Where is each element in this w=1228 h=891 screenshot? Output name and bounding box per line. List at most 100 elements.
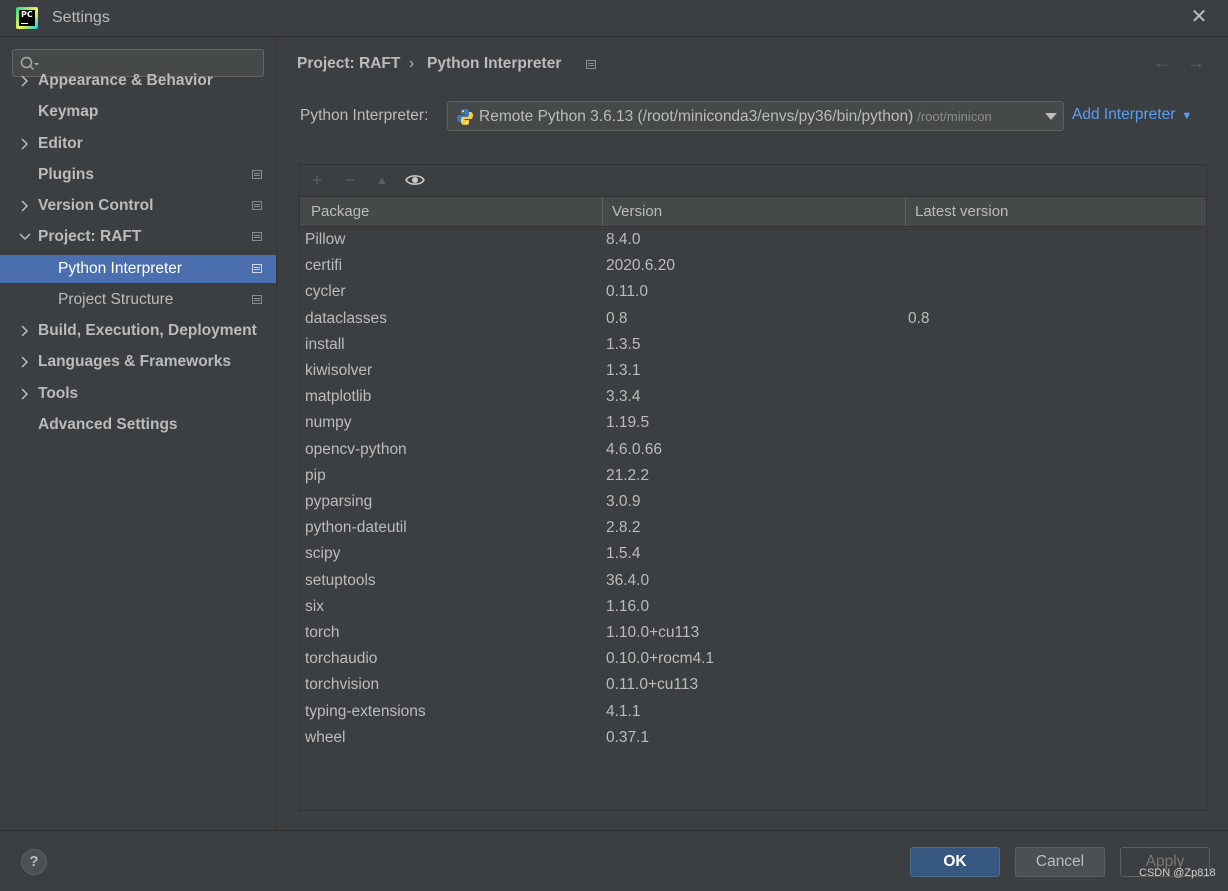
package-version: 21.2.2 — [606, 466, 650, 484]
package-name: torch — [305, 624, 340, 641]
chevron-right-icon[interactable] — [19, 317, 31, 345]
sidebar-item-python-interpreter[interactable]: Python Interpreter — [0, 255, 276, 283]
package-version: 36.4.0 — [606, 571, 650, 589]
project-scope-icon — [252, 264, 262, 273]
package-version: 0.11.0+cu113 — [606, 676, 699, 694]
interpreter-select[interactable]: Remote Python 3.6.13 (/root/miniconda3/e… — [447, 101, 1064, 131]
sidebar-item-keymap[interactable]: Keymap — [0, 98, 276, 126]
chevron-right-icon[interactable] — [19, 130, 31, 158]
table-row[interactable]: cycler 0.11.0 — [300, 279, 1206, 305]
breadcrumb-parent[interactable]: Project: RAFT — [297, 55, 400, 73]
package-name: cycler — [305, 283, 346, 301]
package-version: 4.1.1 — [606, 702, 641, 720]
table-row[interactable]: pip 21.2.2 — [300, 463, 1206, 489]
project-scope-icon — [252, 170, 262, 179]
project-scope-icon — [252, 232, 262, 241]
package-version: 2020.6.20 — [606, 257, 675, 275]
dialog-footer: ? OK Cancel Apply — [0, 830, 1228, 891]
table-row[interactable]: install 1.3.5 — [300, 332, 1206, 358]
sidebar-item-label: Version Control — [38, 197, 154, 214]
package-name: torchvision — [305, 676, 380, 694]
sidebar-item-label: Python Interpreter — [58, 260, 183, 277]
chevron-right-icon[interactable] — [19, 192, 31, 220]
back-arrow-icon[interactable]: ← — [1153, 52, 1171, 73]
sidebar-item-plugins[interactable]: Plugins — [0, 161, 276, 189]
chevron-right-icon[interactable] — [19, 380, 31, 408]
table-row[interactable]: certifi 2020.6.20 — [300, 253, 1206, 279]
package-name: typing-extensions — [305, 702, 426, 720]
column-divider[interactable] — [602, 197, 603, 226]
app-logo-icon: PC — [16, 7, 38, 29]
package-version: 3.0.9 — [606, 493, 641, 510]
dropdown-arrow-icon[interactable] — [1037, 102, 1063, 130]
package-name: six — [305, 597, 324, 615]
package-version: 4.6.0.66 — [606, 440, 663, 458]
table-row[interactable]: torchvision 0.11.0+cu113 — [300, 672, 1206, 698]
package-version: 1.16.0 — [606, 597, 650, 615]
packages-toolbar: + − ▲ — [300, 165, 1206, 197]
package-name: wheel — [305, 728, 346, 746]
table-row[interactable]: kiwisolver 1.3.1 — [300, 358, 1206, 384]
sidebar-item-label: Advanced Settings — [38, 416, 178, 433]
sidebar-item-tools[interactable]: Tools — [0, 380, 276, 408]
sidebar-item-build-execution-deployment[interactable]: Build, Execution, Deployment — [0, 317, 276, 345]
table-row[interactable]: six 1.16.0 — [300, 594, 1206, 620]
sidebar-item-project-raft[interactable]: Project: RAFT — [0, 223, 276, 251]
upgrade-icon[interactable]: ▲ — [371, 169, 393, 191]
sidebar-item-version-control[interactable]: Version Control — [0, 192, 276, 220]
forward-arrow-icon[interactable]: → — [1187, 52, 1205, 73]
table-row[interactable]: matplotlib 3.3.4 — [300, 384, 1206, 410]
package-version: 0.10.0+rocm4.1 — [606, 650, 715, 668]
add-interpreter-link[interactable]: Add Interpreter ▼ — [1072, 106, 1192, 124]
package-name: opencv-python — [305, 440, 407, 458]
package-version: 8.4.0 — [606, 231, 641, 248]
sidebar-item-label: Build, Execution, Deployment — [38, 322, 257, 339]
plus-icon[interactable]: + — [306, 169, 328, 191]
minus-icon[interactable]: − — [339, 169, 361, 191]
chevron-right-icon[interactable] — [19, 348, 31, 376]
interpreter-value: Remote Python 3.6.13 (/root/miniconda3/e… — [479, 108, 992, 125]
package-name: certifi — [305, 257, 343, 275]
table-row[interactable]: wheel 0.37.1 — [300, 725, 1206, 751]
column-header-version[interactable]: Version — [612, 197, 662, 226]
ok-button[interactable]: OK — [910, 847, 1000, 877]
table-row[interactable]: opencv-python 4.6.0.66 — [300, 437, 1206, 463]
package-version: 1.19.5 — [606, 414, 650, 432]
sidebar-item-editor[interactable]: Editor — [0, 130, 276, 158]
sidebar-item-languages-frameworks[interactable]: Languages & Frameworks — [0, 348, 276, 376]
table-row[interactable]: setuptools 36.4.0 — [300, 568, 1206, 594]
package-version: 3.3.4 — [606, 388, 641, 406]
package-version: 0.37.1 — [606, 728, 650, 746]
table-row[interactable]: dataclasses 0.8 0.8 — [300, 306, 1206, 332]
sidebar-item-appearance-behavior[interactable]: Appearance & Behavior — [0, 67, 276, 95]
chevron-down-icon[interactable] — [19, 223, 31, 251]
package-latest-version: 0.8 — [908, 309, 930, 327]
packages-panel: + − ▲ Package Version Latest version Pil… — [299, 164, 1207, 811]
package-name: Pillow — [305, 231, 346, 248]
package-name: kiwisolver — [305, 362, 373, 379]
sidebar-item-label: Project Structure — [58, 291, 174, 308]
cancel-button[interactable]: Cancel — [1015, 847, 1105, 877]
package-name: torchaudio — [305, 650, 378, 668]
column-divider[interactable] — [905, 197, 906, 226]
close-icon[interactable]: ✕ — [1188, 6, 1210, 28]
table-row[interactable]: scipy 1.5.4 — [300, 541, 1206, 567]
table-row[interactable]: pyparsing 3.0.9 — [300, 489, 1206, 515]
table-row[interactable]: torchaudio 0.10.0+rocm4.1 — [300, 646, 1206, 672]
chevron-right-icon[interactable] — [19, 67, 31, 95]
help-icon[interactable]: ? — [21, 849, 47, 875]
table-row[interactable]: python-dateutil 2.8.2 — [300, 515, 1206, 541]
table-row[interactable]: torch 1.10.0+cu113 — [300, 620, 1206, 646]
table-row[interactable]: numpy 1.19.5 — [300, 410, 1206, 436]
eye-icon[interactable] — [404, 169, 426, 191]
chevron-down-icon: ▼ — [1181, 110, 1193, 122]
sidebar-item-label: Languages & Frameworks — [38, 353, 231, 370]
sidebar-item-project-structure[interactable]: Project Structure — [0, 286, 276, 314]
column-header-package[interactable]: Package — [311, 197, 369, 226]
sidebar-item-advanced-settings[interactable]: Advanced Settings — [0, 411, 276, 439]
column-header-latest-version[interactable]: Latest version — [915, 197, 1008, 226]
table-row[interactable]: Pillow 8.4.0 — [300, 227, 1206, 253]
table-row[interactable]: typing-extensions 4.1.1 — [300, 699, 1206, 725]
package-name: python-dateutil — [305, 519, 407, 537]
package-version: 1.5.4 — [606, 545, 641, 563]
